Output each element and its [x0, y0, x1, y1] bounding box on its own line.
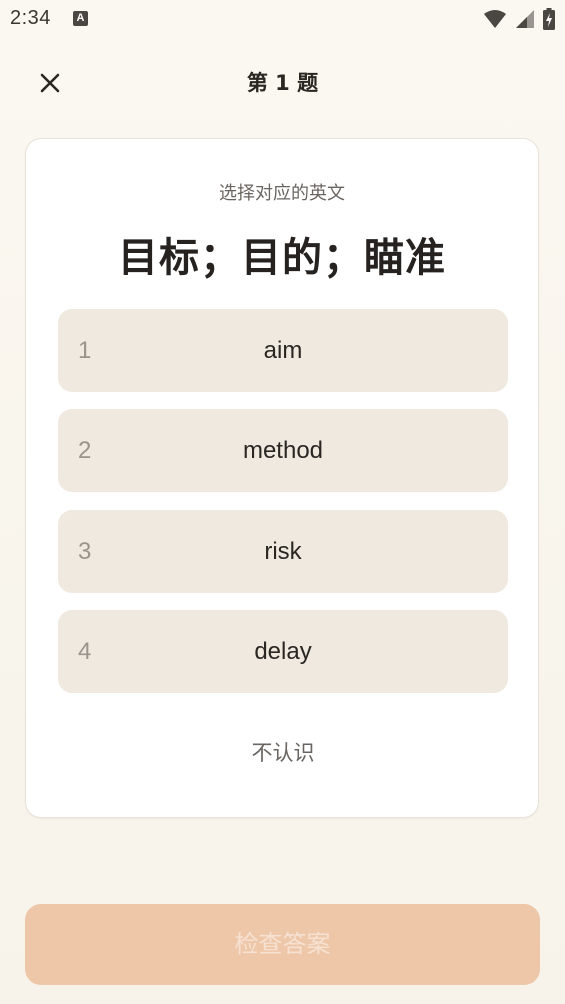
- option-1[interactable]: 1 aim: [58, 309, 508, 392]
- notification-a-icon: A: [73, 11, 88, 26]
- top-bar: 第 1 题: [0, 55, 565, 111]
- option-text: aim: [263, 337, 303, 364]
- option-text: method: [242, 437, 324, 464]
- question-prompt: 选择对应的英文: [219, 183, 345, 204]
- check-answer-button[interactable]: 检查答案: [25, 904, 540, 985]
- unknown-button[interactable]: 不认识: [183, 731, 383, 775]
- option-text: risk: [264, 538, 302, 565]
- option-2[interactable]: 2 method: [58, 409, 508, 492]
- status-icons: [483, 8, 555, 30]
- question-card: 选择对应的英文 目标；目的；瞄准 1 aim 2 method 3 risk 4…: [25, 138, 539, 818]
- option-text: delay: [254, 638, 312, 665]
- signal-icon: [516, 10, 534, 28]
- status-bar: 2:34 A: [0, 0, 565, 38]
- option-3[interactable]: 3 risk: [58, 510, 508, 593]
- status-time: 2:34: [10, 7, 51, 29]
- battery-charging-icon: [543, 8, 555, 30]
- question-word: 目标；目的；瞄准: [118, 235, 446, 281]
- option-4[interactable]: 4 delay: [58, 610, 508, 693]
- page-title: 第 1 题: [246, 71, 319, 95]
- wifi-icon: [484, 10, 506, 28]
